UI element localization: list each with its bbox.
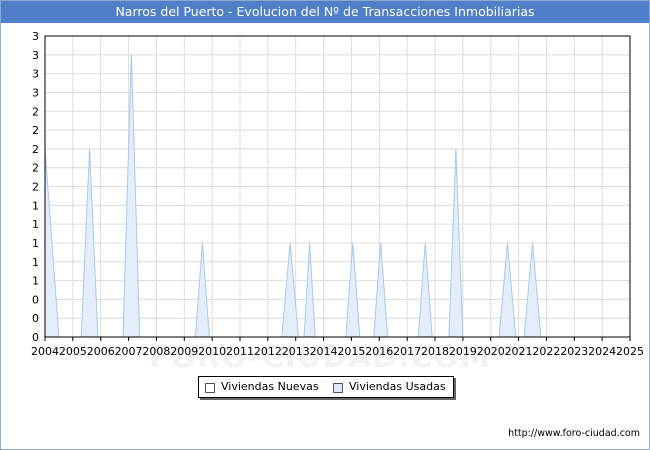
y-tick-label: 2 [32,143,39,156]
y-tick-label: 0 [32,312,39,325]
legend-label-nuevas: Viviendas Nuevas [221,380,319,393]
x-tick-label: 2021 [505,345,533,358]
x-tick-label: 2005 [59,345,87,358]
x-tick-label: 2018 [421,345,449,358]
x-tick-label: 2006 [87,345,115,358]
x-tick-label: 2011 [226,345,254,358]
y-tick-label: 1 [32,256,39,269]
y-tick-label: 1 [32,275,39,288]
legend-label-usadas: Viviendas Usadas [349,380,446,393]
legend: Viviendas Nuevas Viviendas Usadas [198,376,454,398]
y-tick-label: 2 [32,162,39,175]
x-tick-label: 2020 [477,345,505,358]
x-tick-label: 2025 [616,345,644,358]
legend-swatch-usadas [333,383,343,393]
x-tick-label: 2004 [31,345,59,358]
y-tick-label: 3 [32,30,39,43]
x-tick-label: 2022 [532,345,560,358]
legend-swatch-nuevas [205,383,215,393]
y-tick-label: 1 [32,218,39,231]
x-tick-label: 2010 [198,345,226,358]
y-tick-label: 0 [32,331,39,344]
source-url: http://www.foro-ciudad.com [508,428,640,439]
x-tick-label: 2015 [337,345,365,358]
y-tick-label: 1 [32,237,39,250]
x-tick-label: 2012 [254,345,282,358]
y-tick-label: 3 [32,49,39,62]
x-tick-label: 2017 [393,345,421,358]
x-tick-label: 2007 [115,345,143,358]
y-tick-label: 2 [32,181,39,194]
y-tick-label: 3 [32,68,39,81]
x-tick-label: 2013 [282,345,310,358]
x-tick-label: 2023 [560,345,588,358]
x-tick-label: 2016 [365,345,393,358]
y-tick-label: 1 [32,199,39,212]
y-tick-label: 0 [32,293,39,306]
x-tick-label: 2009 [170,345,198,358]
x-tick-label: 2014 [310,345,338,358]
x-tick-label: 2024 [588,345,616,358]
x-tick-label: 2019 [449,345,477,358]
y-tick-label: 2 [32,105,39,118]
y-tick-label: 2 [32,124,39,137]
x-tick-label: 2008 [142,345,170,358]
y-tick-label: 3 [32,86,39,99]
